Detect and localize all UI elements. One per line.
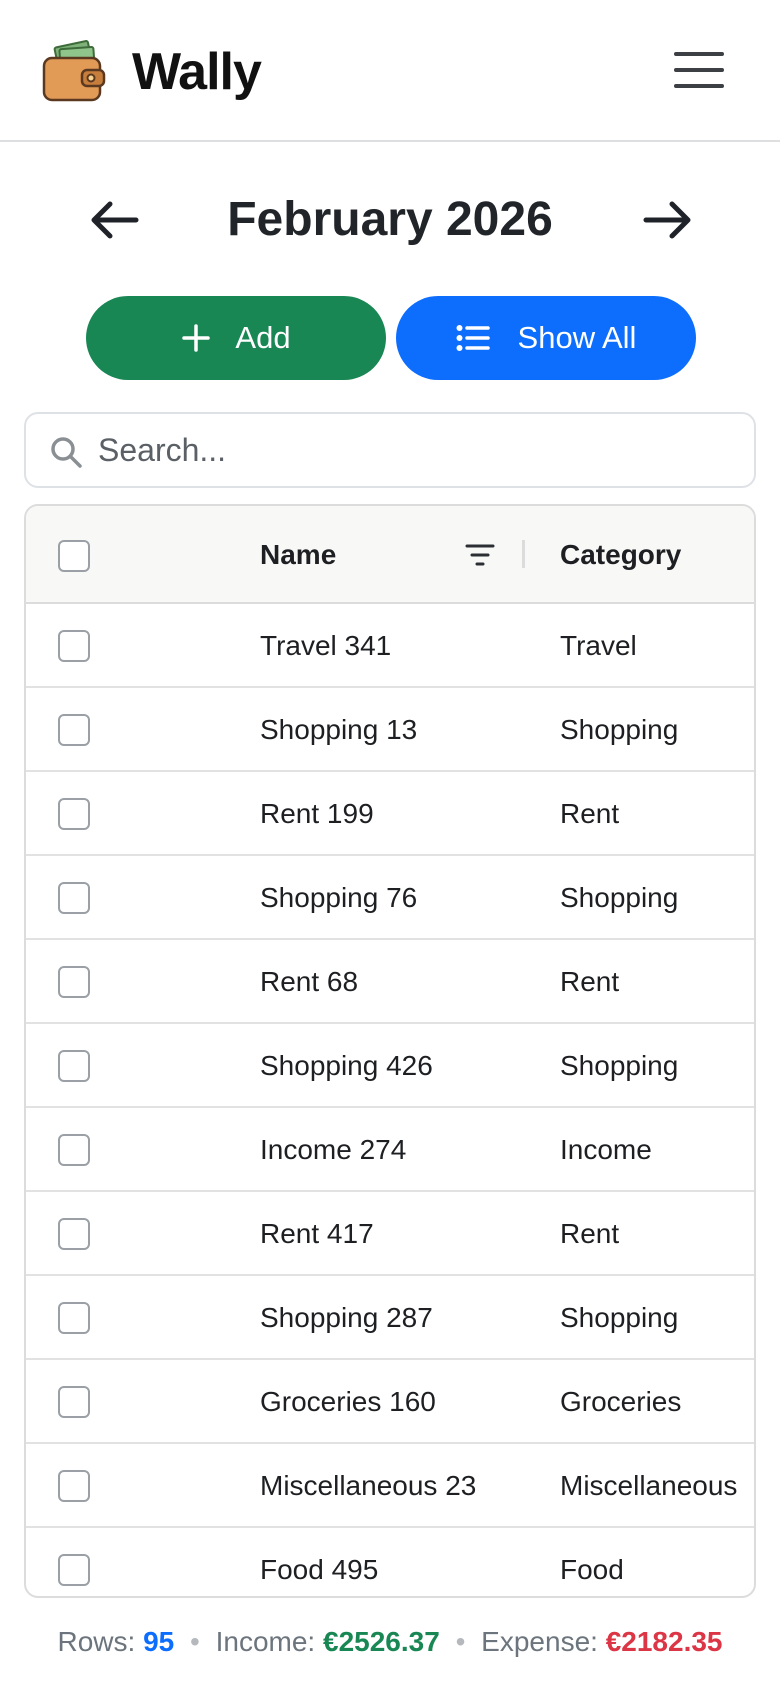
arrow-right-icon[interactable] [640,196,696,244]
summary-bar: Rows: 95 • Income: €2526.37 • Expense: €… [0,1622,780,1662]
table-header: Name Category [26,506,754,604]
plus-icon [182,324,211,352]
cell-name: Food 495 [260,1554,379,1585]
row-checkbox[interactable] [58,882,90,914]
show-all-button[interactable]: Show All [396,296,696,380]
select-all-checkbox[interactable] [58,540,90,572]
income-total: €2526.37 [323,1626,440,1657]
app-name: Wally [132,43,262,101]
cell-category: Groceries [560,1386,682,1417]
expense-total: €2182.35 [605,1626,723,1657]
cell-category: Travel [560,630,637,661]
table-row[interactable]: Income 274 Income [26,1108,754,1192]
cell-category: Income [560,1134,652,1165]
search-icon [51,437,82,468]
table-row[interactable]: Miscellaneous 23 Miscellaneous [26,1444,754,1528]
hamburger-menu-icon[interactable] [674,50,726,90]
cell-name: Groceries 160 [260,1386,436,1417]
row-checkbox[interactable] [58,630,90,662]
table-row[interactable]: Rent 68 Rent [26,940,754,1024]
column-resize-handle[interactable] [522,540,525,568]
row-checkbox[interactable] [58,1470,90,1502]
wallet-icon [42,40,106,102]
cell-category: Rent [560,798,620,829]
separator-dot: • [455,1626,466,1657]
table-row[interactable]: Rent 417 Rent [26,1192,754,1276]
cell-category: Rent [560,1218,620,1249]
table-row[interactable]: Shopping 13 Shopping [26,688,754,772]
table-row[interactable]: Shopping 76 Shopping [26,856,754,940]
table-row[interactable]: Shopping 426 Shopping [26,1024,754,1108]
table-row[interactable]: Travel 341 Travel [26,604,754,688]
cell-name: Rent 68 [260,966,359,997]
add-button[interactable]: Add [86,296,386,380]
cell-name: Rent 417 [260,1218,374,1249]
cell-name: Shopping 76 [260,882,418,913]
row-checkbox[interactable] [58,1554,90,1586]
expense-label: Expense: [481,1626,598,1657]
table-row[interactable]: Rent 199 Rent [26,772,754,856]
row-checkbox[interactable] [58,1218,90,1250]
cell-category: Rent [560,966,620,997]
search-input[interactable] [98,422,738,478]
row-checkbox[interactable] [58,798,90,830]
cell-name: Miscellaneous 23 [260,1470,477,1501]
cell-name: Travel 341 [260,630,392,661]
row-checkbox[interactable] [58,1134,90,1166]
list-icon [456,325,490,351]
month-navigation: February 2026 [0,180,780,260]
row-checkbox[interactable] [58,1050,90,1082]
income-label: Income: [215,1626,316,1657]
row-checkbox[interactable] [58,966,90,998]
cell-category: Shopping [560,1302,679,1333]
menu-line [674,52,724,56]
table-row[interactable]: Food 495 Food [26,1528,754,1596]
cell-category: Shopping [560,714,679,745]
cell-name: Shopping 287 [260,1302,433,1333]
cell-name: Rent 199 [260,798,374,829]
table-row[interactable]: Shopping 287 Shopping [26,1276,754,1360]
transactions-table: Name Category Travel 341 Travel Shopping 1… [24,504,756,1598]
menu-line [674,68,724,72]
app-header: Wally [0,0,780,142]
cell-category: Shopping [560,1050,679,1081]
cell-category: Miscellaneous [560,1470,738,1501]
row-checkbox[interactable] [58,1386,90,1418]
row-checkbox[interactable] [58,714,90,746]
row-checkbox[interactable] [58,1302,90,1334]
column-header-category[interactable]: Category [560,538,681,572]
column-header-name[interactable]: Name [260,538,336,572]
menu-line [674,84,724,88]
add-button-label: Add [235,320,291,355]
cell-name: Shopping 426 [260,1050,433,1081]
show-all-button-label: Show All [517,320,637,355]
cell-name: Income 274 [260,1134,407,1165]
separator-dot: • [190,1626,200,1657]
rows-count: 95 [143,1626,175,1657]
table-row[interactable]: Groceries 160 Groceries [26,1360,754,1444]
cell-name: Shopping 13 [260,714,418,745]
cell-category: Food [560,1554,624,1585]
rows-label: Rows: [57,1626,136,1657]
search-box [24,412,756,488]
filter-icon[interactable] [464,542,496,568]
cell-category: Shopping [560,882,679,913]
